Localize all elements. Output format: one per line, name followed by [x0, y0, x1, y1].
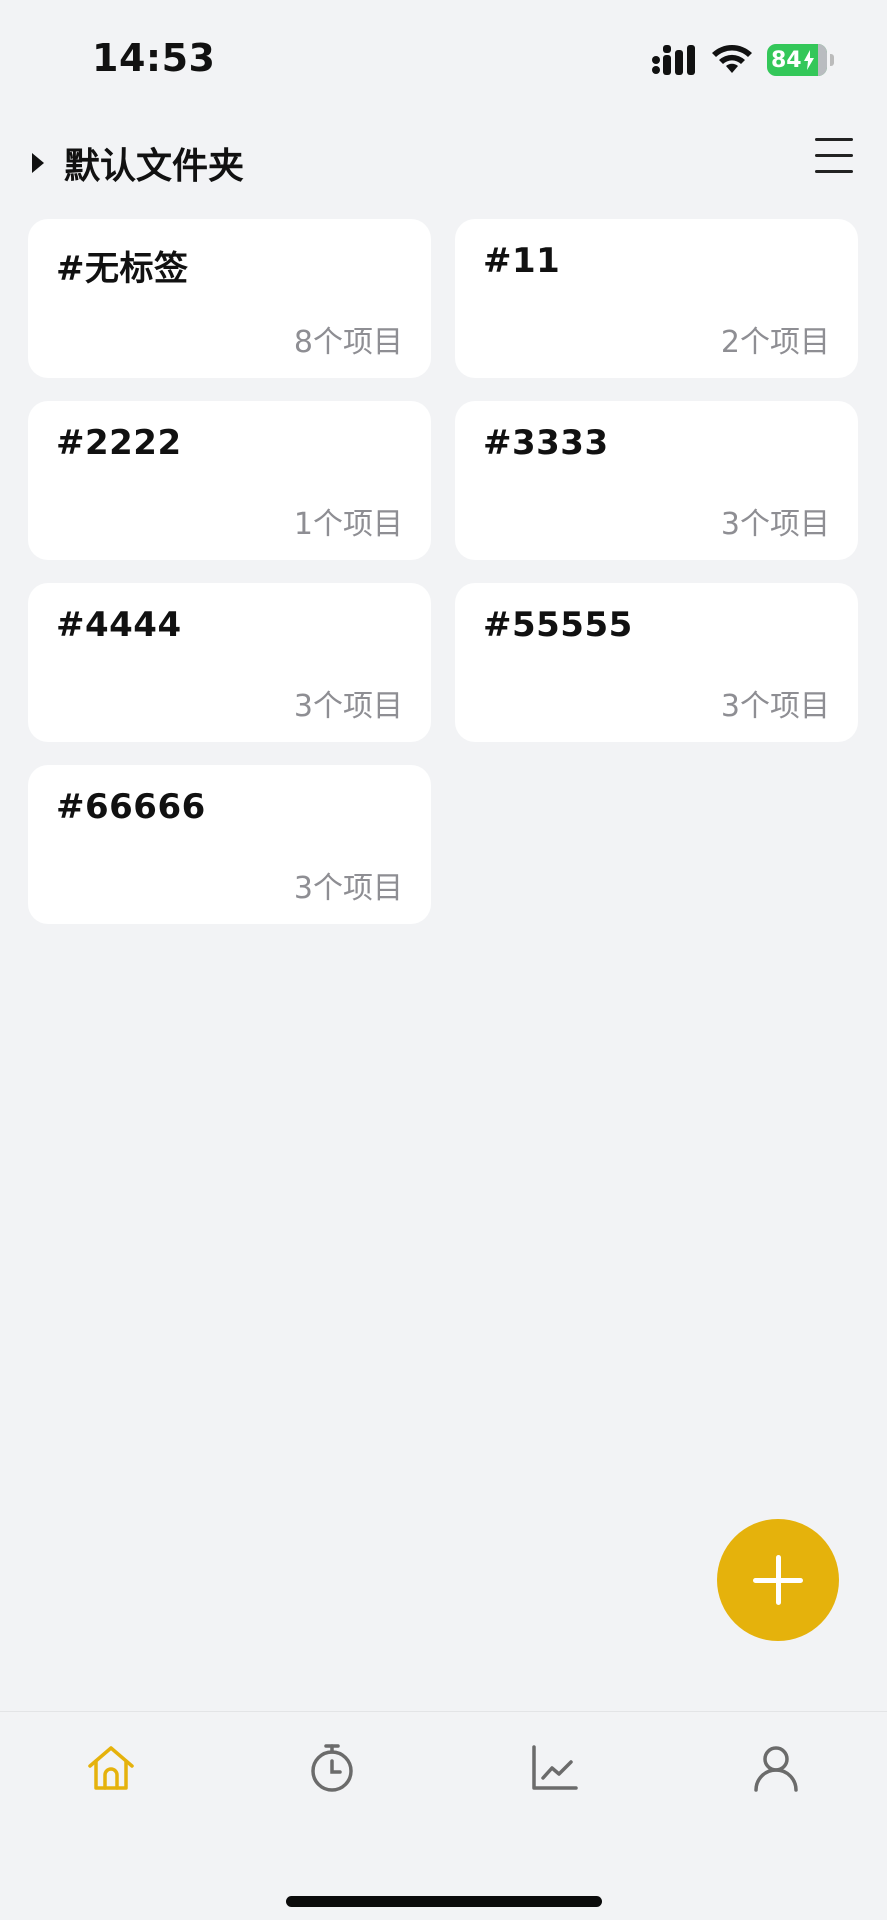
- screen: 14:53 84 默认文件夹 #无标签 8个项目 #11 2个项目 #2222 …: [0, 0, 887, 1920]
- tag-card[interactable]: #55555 3个项目: [455, 583, 858, 742]
- tag-name: #55555: [483, 605, 633, 645]
- folder-selector[interactable]: 默认文件夹: [32, 137, 244, 189]
- tab-statistics[interactable]: [514, 1742, 594, 1812]
- tag-item-count: 3个项目: [293, 871, 403, 906]
- cellular-signal-icon: [652, 45, 695, 75]
- status-time: 14:53: [92, 36, 216, 80]
- tab-timer[interactable]: [292, 1742, 372, 1812]
- tab-home[interactable]: [71, 1742, 151, 1812]
- tag-item-count: 8个项目: [293, 325, 403, 360]
- tag-item-count: 3个项目: [720, 507, 830, 542]
- tag-name: #4444: [56, 605, 182, 645]
- tag-grid: #无标签 8个项目 #11 2个项目 #2222 1个项目 #3333 3个项目…: [28, 219, 860, 924]
- battery-empty-part: [818, 44, 827, 76]
- tag-item-count: 3个项目: [720, 689, 830, 724]
- folder-title: 默认文件夹: [64, 146, 245, 187]
- add-button[interactable]: [717, 1519, 839, 1641]
- tag-card[interactable]: #2222 1个项目: [28, 401, 431, 560]
- home-icon: [88, 1746, 134, 1790]
- tag-item-count: 1个项目: [293, 507, 403, 542]
- timer-icon: [311, 1744, 353, 1792]
- battery-icon: 84: [767, 44, 834, 76]
- tag-card[interactable]: #66666 3个项目: [28, 765, 431, 924]
- tag-item-count: 2个项目: [720, 325, 830, 360]
- tag-name: #无标签: [56, 249, 189, 289]
- tag-card[interactable]: #3333 3个项目: [455, 401, 858, 560]
- tag-name: #11: [483, 241, 561, 281]
- caret-right-icon: [32, 153, 44, 173]
- wifi-icon: [712, 45, 752, 73]
- tab-profile[interactable]: [736, 1742, 816, 1812]
- tag-name: #66666: [56, 787, 206, 827]
- tag-name: #3333: [483, 423, 609, 463]
- profile-icon: [754, 1746, 798, 1792]
- status-bar: 14:53 84: [0, 0, 887, 110]
- status-icons: 84: [651, 40, 834, 80]
- home-indicator: [286, 1896, 602, 1907]
- tag-card[interactable]: #无标签 8个项目: [28, 219, 431, 378]
- tag-name: #2222: [56, 423, 182, 463]
- battery-level: 84: [771, 47, 802, 73]
- chart-icon: [532, 1745, 578, 1790]
- tab-bar: [0, 1711, 887, 1920]
- tag-card[interactable]: #11 2个项目: [455, 219, 858, 378]
- tag-item-count: 3个项目: [293, 689, 403, 724]
- tag-card[interactable]: #4444 3个项目: [28, 583, 431, 742]
- charging-bolt-icon: [803, 50, 814, 70]
- header: 默认文件夹: [0, 120, 887, 190]
- menu-icon[interactable]: [815, 138, 853, 174]
